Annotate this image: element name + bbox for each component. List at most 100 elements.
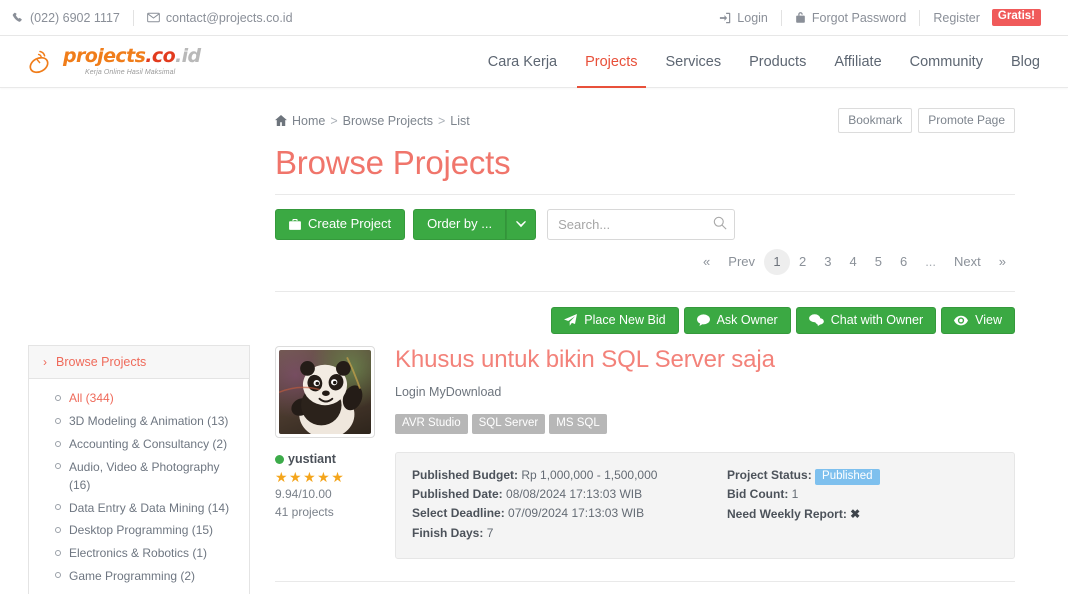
- project-description: Login MyDownload: [395, 384, 502, 399]
- login-icon: [719, 12, 731, 24]
- place-new-bid-label: Place New Bid: [584, 313, 666, 327]
- phone-text: (022) 6902 1117: [30, 10, 120, 25]
- nav-item-projects[interactable]: Projects: [571, 36, 651, 88]
- search-input[interactable]: [547, 209, 736, 240]
- search-icon[interactable]: [713, 216, 727, 235]
- project-card-body: yustiant ★★★★★ 9.94/10.00 41 projects Kh…: [275, 334, 1015, 560]
- detail-bid-row: Bid Count: 1: [727, 485, 998, 504]
- detail-status-label: Project Status:: [727, 467, 812, 482]
- project-thumbnail[interactable]: [275, 346, 375, 439]
- logo-word-row: projects.co.id: [63, 47, 201, 66]
- project-card: Place New Bid Ask Owner Chat with Owner: [275, 582, 1015, 594]
- chat-with-owner-label: Chat with Owner: [830, 313, 924, 327]
- project-detail-left: Published Budget: Rp 1,000,000 - 1,500,0…: [412, 466, 727, 544]
- utility-topbar: (022) 6902 1117 contact@projects.co.id L…: [0, 0, 1068, 36]
- project-tag[interactable]: SQL Server: [471, 413, 546, 434]
- sidebar-item-audio-video[interactable]: Audio, Video & Photography (16): [29, 455, 249, 496]
- page-body: › Browse Projects All (344) 3D Modeling …: [0, 88, 1068, 594]
- sidebar-item-accounting[interactable]: Accounting & Consultancy (2): [29, 433, 249, 456]
- detail-budget-label: Published Budget:: [412, 467, 518, 482]
- project-tag[interactable]: MS SQL: [549, 413, 607, 434]
- pagination-page-2[interactable]: 2: [790, 249, 815, 275]
- breadcrumb-home[interactable]: Home: [292, 114, 325, 128]
- project-detail-panel: Published Budget: Rp 1,000,000 - 1,500,0…: [395, 451, 1015, 560]
- pagination: « Prev 1 2 3 4 5 6 ... Next »: [275, 240, 1015, 275]
- lock-icon: [795, 11, 806, 24]
- forgot-password-text: Forgot Password: [811, 10, 907, 25]
- pagination-page-3[interactable]: 3: [815, 249, 840, 275]
- create-project-label: Create Project: [308, 216, 392, 232]
- nav-item-blog[interactable]: Blog: [997, 36, 1054, 88]
- detail-budget-value: Rp 1,000,000 - 1,500,000: [521, 467, 658, 482]
- nav-item-affiliate[interactable]: Affiliate: [820, 36, 895, 88]
- view-label: View: [975, 313, 1002, 327]
- pagination-prev[interactable]: Prev: [719, 249, 764, 275]
- pagination-page-1[interactable]: 1: [764, 249, 791, 275]
- phone-link[interactable]: (022) 6902 1117: [10, 11, 133, 25]
- owner-username: yustiant: [288, 452, 336, 467]
- project-tags: AVR Studio SQL Server MS SQL: [395, 399, 1015, 434]
- sidebar-item-data-entry[interactable]: Data Entry & Data Mining (14): [29, 496, 249, 519]
- detail-finish-label: Finish Days:: [412, 525, 484, 540]
- envelope-icon: [147, 12, 160, 23]
- pagination-last[interactable]: »: [990, 249, 1015, 275]
- forgot-password-link[interactable]: Forgot Password: [782, 11, 919, 25]
- owner-name-row[interactable]: yustiant: [275, 452, 375, 466]
- bookmark-button[interactable]: Bookmark: [838, 108, 913, 133]
- chat-with-owner-button[interactable]: Chat with Owner: [795, 307, 937, 335]
- project-detail-right: Project Status: Published Bid Count: 1 N…: [727, 466, 998, 544]
- pagination-first[interactable]: «: [694, 249, 719, 275]
- logo-tagline: Kerja Online Hasil Maksimal: [85, 69, 176, 76]
- phone-icon: [12, 12, 24, 24]
- project-title[interactable]: Khusus untuk bikin SQL Server saja: [395, 346, 1015, 374]
- register-link[interactable]: Register Gratis!: [920, 9, 1054, 26]
- project-card: Place New Bid Ask Owner Chat with Owner: [275, 292, 1015, 560]
- breadcrumb-sep-1: >: [330, 113, 338, 128]
- view-button[interactable]: View: [941, 307, 1015, 335]
- detail-bid-label: Bid Count:: [727, 487, 789, 502]
- logo-wordmark: projects.co.id Kerja Online Hasil Maksim…: [63, 47, 201, 77]
- pagination-next[interactable]: Next: [945, 249, 990, 275]
- project-details-column: Khusus untuk bikin SQL Server saja Login…: [395, 346, 1015, 560]
- detail-finish-value: 7: [486, 525, 494, 540]
- comments-icon: [808, 314, 824, 327]
- toolbar: Create Project Order by ...: [275, 195, 1015, 240]
- topbar-account-group: Login Forgot Password Register Gratis!: [717, 9, 1054, 26]
- ask-owner-button[interactable]: Ask Owner: [683, 307, 791, 335]
- register-free-badge: Gratis!: [991, 9, 1041, 26]
- nav-item-products[interactable]: Products: [735, 36, 820, 88]
- pagination-page-6[interactable]: 6: [891, 249, 916, 275]
- nav-item-community[interactable]: Community: [896, 36, 997, 88]
- panda-avatar-image: [279, 350, 371, 435]
- nav-item-cara-kerja[interactable]: Cara Kerja: [474, 36, 571, 88]
- nav-item-services[interactable]: Services: [652, 36, 736, 88]
- order-by-button[interactable]: Order by ...: [413, 209, 507, 240]
- order-by-caret-button[interactable]: [506, 209, 537, 240]
- detail-bid-value: 1: [791, 487, 799, 502]
- sidebar-item-3d-modeling[interactable]: 3D Modeling & Animation (13): [29, 410, 249, 433]
- breadcrumb-sep-2: >: [437, 113, 446, 128]
- project-action-bar: Place New Bid Ask Owner Chat with Owner: [275, 292, 1015, 335]
- site-logo[interactable]: projects.co.id Kerja Online Hasil Maksim…: [26, 47, 201, 76]
- email-link[interactable]: contact@projects.co.id: [134, 11, 306, 25]
- sidebar-item-game-programming[interactable]: Game Programming (2): [29, 564, 249, 587]
- sidebar-item-desktop-programming[interactable]: Desktop Programming (15): [29, 519, 249, 542]
- briefcase-icon: [289, 218, 301, 230]
- sidebar-item-internet-marketing[interactable]: Internet Marketing & Social Media (32): [29, 587, 249, 594]
- pagination-page-5[interactable]: 5: [866, 249, 891, 275]
- detail-deadline-value: 07/09/2024 17:13:03 WIB: [508, 506, 645, 521]
- login-link[interactable]: Login: [717, 11, 781, 25]
- breadcrumb-browse-projects[interactable]: Browse Projects: [343, 114, 433, 128]
- detail-budget-row: Published Budget: Rp 1,000,000 - 1,500,0…: [412, 466, 727, 485]
- ask-owner-label: Ask Owner: [716, 313, 778, 327]
- sidebar-item-electronics[interactable]: Electronics & Robotics (1): [29, 542, 249, 565]
- project-tag[interactable]: AVR Studio: [395, 413, 468, 434]
- sidebar-item-all[interactable]: All (344): [29, 387, 249, 410]
- pagination-page-4[interactable]: 4: [840, 249, 865, 275]
- sidebar-heading[interactable]: › Browse Projects: [29, 346, 249, 379]
- paper-plane-icon: [564, 314, 578, 326]
- place-new-bid-button[interactable]: Place New Bid: [551, 307, 679, 335]
- breadcrumb: Home > Browse Projects > List: [275, 114, 470, 128]
- create-project-button[interactable]: Create Project: [275, 209, 406, 240]
- promote-page-button[interactable]: Promote Page: [918, 108, 1015, 133]
